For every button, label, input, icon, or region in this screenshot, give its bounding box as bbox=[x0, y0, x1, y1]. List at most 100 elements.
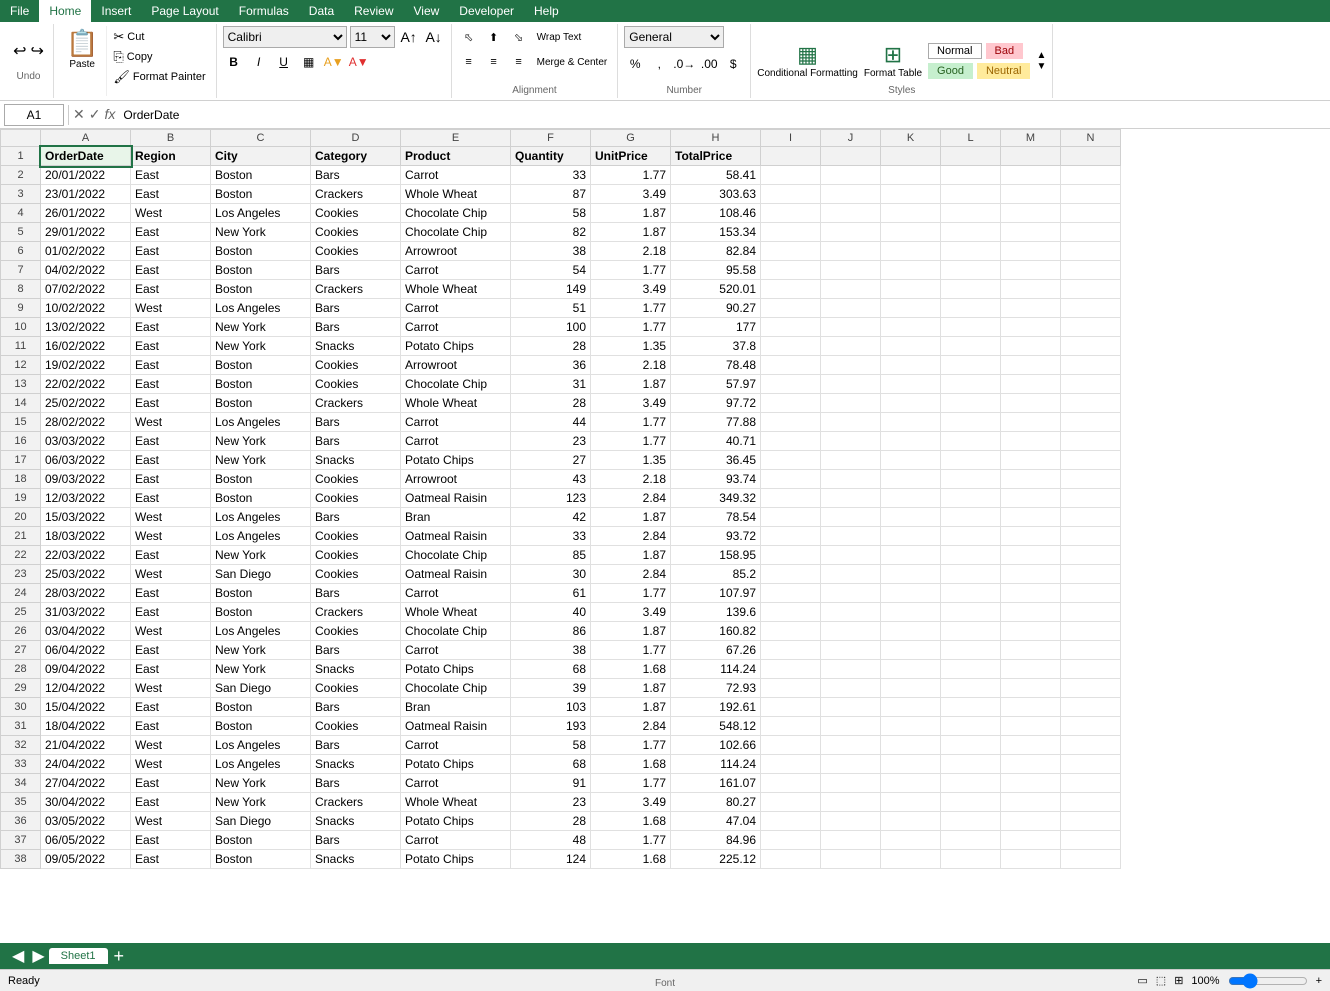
cell-14-F[interactable]: 28 bbox=[511, 394, 591, 413]
cell-36-M[interactable] bbox=[1001, 812, 1061, 831]
cell-2-B[interactable]: East bbox=[131, 166, 211, 185]
cell-38-G[interactable]: 1.68 bbox=[591, 850, 671, 869]
cell-3-C[interactable]: Boston bbox=[211, 185, 311, 204]
cell-32-C[interactable]: Los Angeles bbox=[211, 736, 311, 755]
cell-13-I[interactable] bbox=[761, 375, 821, 394]
zoom-in-button[interactable]: + bbox=[1316, 975, 1322, 987]
cell-22-J[interactable] bbox=[821, 546, 881, 565]
col-header-G[interactable]: G bbox=[591, 130, 671, 147]
cell-7-L[interactable] bbox=[941, 261, 1001, 280]
cell-20-M[interactable] bbox=[1001, 508, 1061, 527]
cell-18-G[interactable]: 2.18 bbox=[591, 470, 671, 489]
header-cell-F[interactable]: Quantity bbox=[511, 147, 591, 166]
cell-25-N[interactable] bbox=[1061, 603, 1121, 622]
cell-29-F[interactable]: 39 bbox=[511, 679, 591, 698]
cell-38-N[interactable] bbox=[1061, 850, 1121, 869]
cell-6-J[interactable] bbox=[821, 242, 881, 261]
cell-26-M[interactable] bbox=[1001, 622, 1061, 641]
cell-7-D[interactable]: Bars bbox=[311, 261, 401, 280]
cell-9-K[interactable] bbox=[881, 299, 941, 318]
cell-34-F[interactable]: 91 bbox=[511, 774, 591, 793]
align-right-button[interactable]: ≡ bbox=[508, 51, 530, 73]
cell-5-L[interactable] bbox=[941, 223, 1001, 242]
cell-31-K[interactable] bbox=[881, 717, 941, 736]
cell-31-H[interactable]: 548.12 bbox=[671, 717, 761, 736]
cell-31-L[interactable] bbox=[941, 717, 1001, 736]
cell-22-M[interactable] bbox=[1001, 546, 1061, 565]
cell-15-G[interactable]: 1.77 bbox=[591, 413, 671, 432]
cell-33-G[interactable]: 1.68 bbox=[591, 755, 671, 774]
cell-5-E[interactable]: Chocolate Chip bbox=[401, 223, 511, 242]
cell-24-K[interactable] bbox=[881, 584, 941, 603]
cell-19-K[interactable] bbox=[881, 489, 941, 508]
cell-27-H[interactable]: 67.26 bbox=[671, 641, 761, 660]
cell-33-J[interactable] bbox=[821, 755, 881, 774]
cell-3-J[interactable] bbox=[821, 185, 881, 204]
cell-9-F[interactable]: 51 bbox=[511, 299, 591, 318]
cell-27-N[interactable] bbox=[1061, 641, 1121, 660]
cell-28-I[interactable] bbox=[761, 660, 821, 679]
cell-30-C[interactable]: Boston bbox=[211, 698, 311, 717]
cell-31-M[interactable] bbox=[1001, 717, 1061, 736]
cell-8-H[interactable]: 520.01 bbox=[671, 280, 761, 299]
cell-6-H[interactable]: 82.84 bbox=[671, 242, 761, 261]
cell-38-I[interactable] bbox=[761, 850, 821, 869]
cell-32-D[interactable]: Bars bbox=[311, 736, 401, 755]
col-header-N[interactable]: N bbox=[1061, 130, 1121, 147]
cell-30-B[interactable]: East bbox=[131, 698, 211, 717]
cell-11-H[interactable]: 37.8 bbox=[671, 337, 761, 356]
cell-12-N[interactable] bbox=[1061, 356, 1121, 375]
cell-9-D[interactable]: Bars bbox=[311, 299, 401, 318]
cell-29-B[interactable]: West bbox=[131, 679, 211, 698]
cell-35-D[interactable]: Crackers bbox=[311, 793, 401, 812]
cell-23-A[interactable]: 25/03/2022 bbox=[41, 565, 131, 584]
cell-18-K[interactable] bbox=[881, 470, 941, 489]
cell-23-F[interactable]: 30 bbox=[511, 565, 591, 584]
cell-26-L[interactable] bbox=[941, 622, 1001, 641]
confirm-formula-icon[interactable]: ✓ bbox=[89, 106, 101, 123]
cell-14-E[interactable]: Whole Wheat bbox=[401, 394, 511, 413]
cell-6-A[interactable]: 01/02/2022 bbox=[41, 242, 131, 261]
cell-13-A[interactable]: 22/02/2022 bbox=[41, 375, 131, 394]
cell-35-J[interactable] bbox=[821, 793, 881, 812]
col-header-B[interactable]: B bbox=[131, 130, 211, 147]
cell-29-G[interactable]: 1.87 bbox=[591, 679, 671, 698]
cell-10-B[interactable]: East bbox=[131, 318, 211, 337]
cell-31-N[interactable] bbox=[1061, 717, 1121, 736]
cell-26-G[interactable]: 1.87 bbox=[591, 622, 671, 641]
cell-16-F[interactable]: 23 bbox=[511, 432, 591, 451]
cell-23-L[interactable] bbox=[941, 565, 1001, 584]
cell-19-I[interactable] bbox=[761, 489, 821, 508]
cell-13-C[interactable]: Boston bbox=[211, 375, 311, 394]
cell-35-K[interactable] bbox=[881, 793, 941, 812]
cell-38-B[interactable]: East bbox=[131, 850, 211, 869]
cell-32-H[interactable]: 102.66 bbox=[671, 736, 761, 755]
cell-12-H[interactable]: 78.48 bbox=[671, 356, 761, 375]
cell-2-D[interactable]: Bars bbox=[311, 166, 401, 185]
cell-32-L[interactable] bbox=[941, 736, 1001, 755]
cell-8-M[interactable] bbox=[1001, 280, 1061, 299]
cell-5-I[interactable] bbox=[761, 223, 821, 242]
cell-31-I[interactable] bbox=[761, 717, 821, 736]
cell-26-H[interactable]: 160.82 bbox=[671, 622, 761, 641]
cell-8-J[interactable] bbox=[821, 280, 881, 299]
cell-26-C[interactable]: Los Angeles bbox=[211, 622, 311, 641]
cell-26-I[interactable] bbox=[761, 622, 821, 641]
cell-19-E[interactable]: Oatmeal Raisin bbox=[401, 489, 511, 508]
col-header-M[interactable]: M bbox=[1001, 130, 1061, 147]
cell-9-H[interactable]: 90.27 bbox=[671, 299, 761, 318]
cell-5-G[interactable]: 1.87 bbox=[591, 223, 671, 242]
cell-15-K[interactable] bbox=[881, 413, 941, 432]
cell-27-K[interactable] bbox=[881, 641, 941, 660]
cell-22-A[interactable]: 22/03/2022 bbox=[41, 546, 131, 565]
cell-10-D[interactable]: Bars bbox=[311, 318, 401, 337]
cell-11-E[interactable]: Potato Chips bbox=[401, 337, 511, 356]
cell-37-E[interactable]: Carrot bbox=[401, 831, 511, 850]
cell-11-L[interactable] bbox=[941, 337, 1001, 356]
cell-32-J[interactable] bbox=[821, 736, 881, 755]
cell-16-L[interactable] bbox=[941, 432, 1001, 451]
cell-24-D[interactable]: Bars bbox=[311, 584, 401, 603]
cell-27-F[interactable]: 38 bbox=[511, 641, 591, 660]
cell-14-A[interactable]: 25/02/2022 bbox=[41, 394, 131, 413]
cell-24-H[interactable]: 107.97 bbox=[671, 584, 761, 603]
